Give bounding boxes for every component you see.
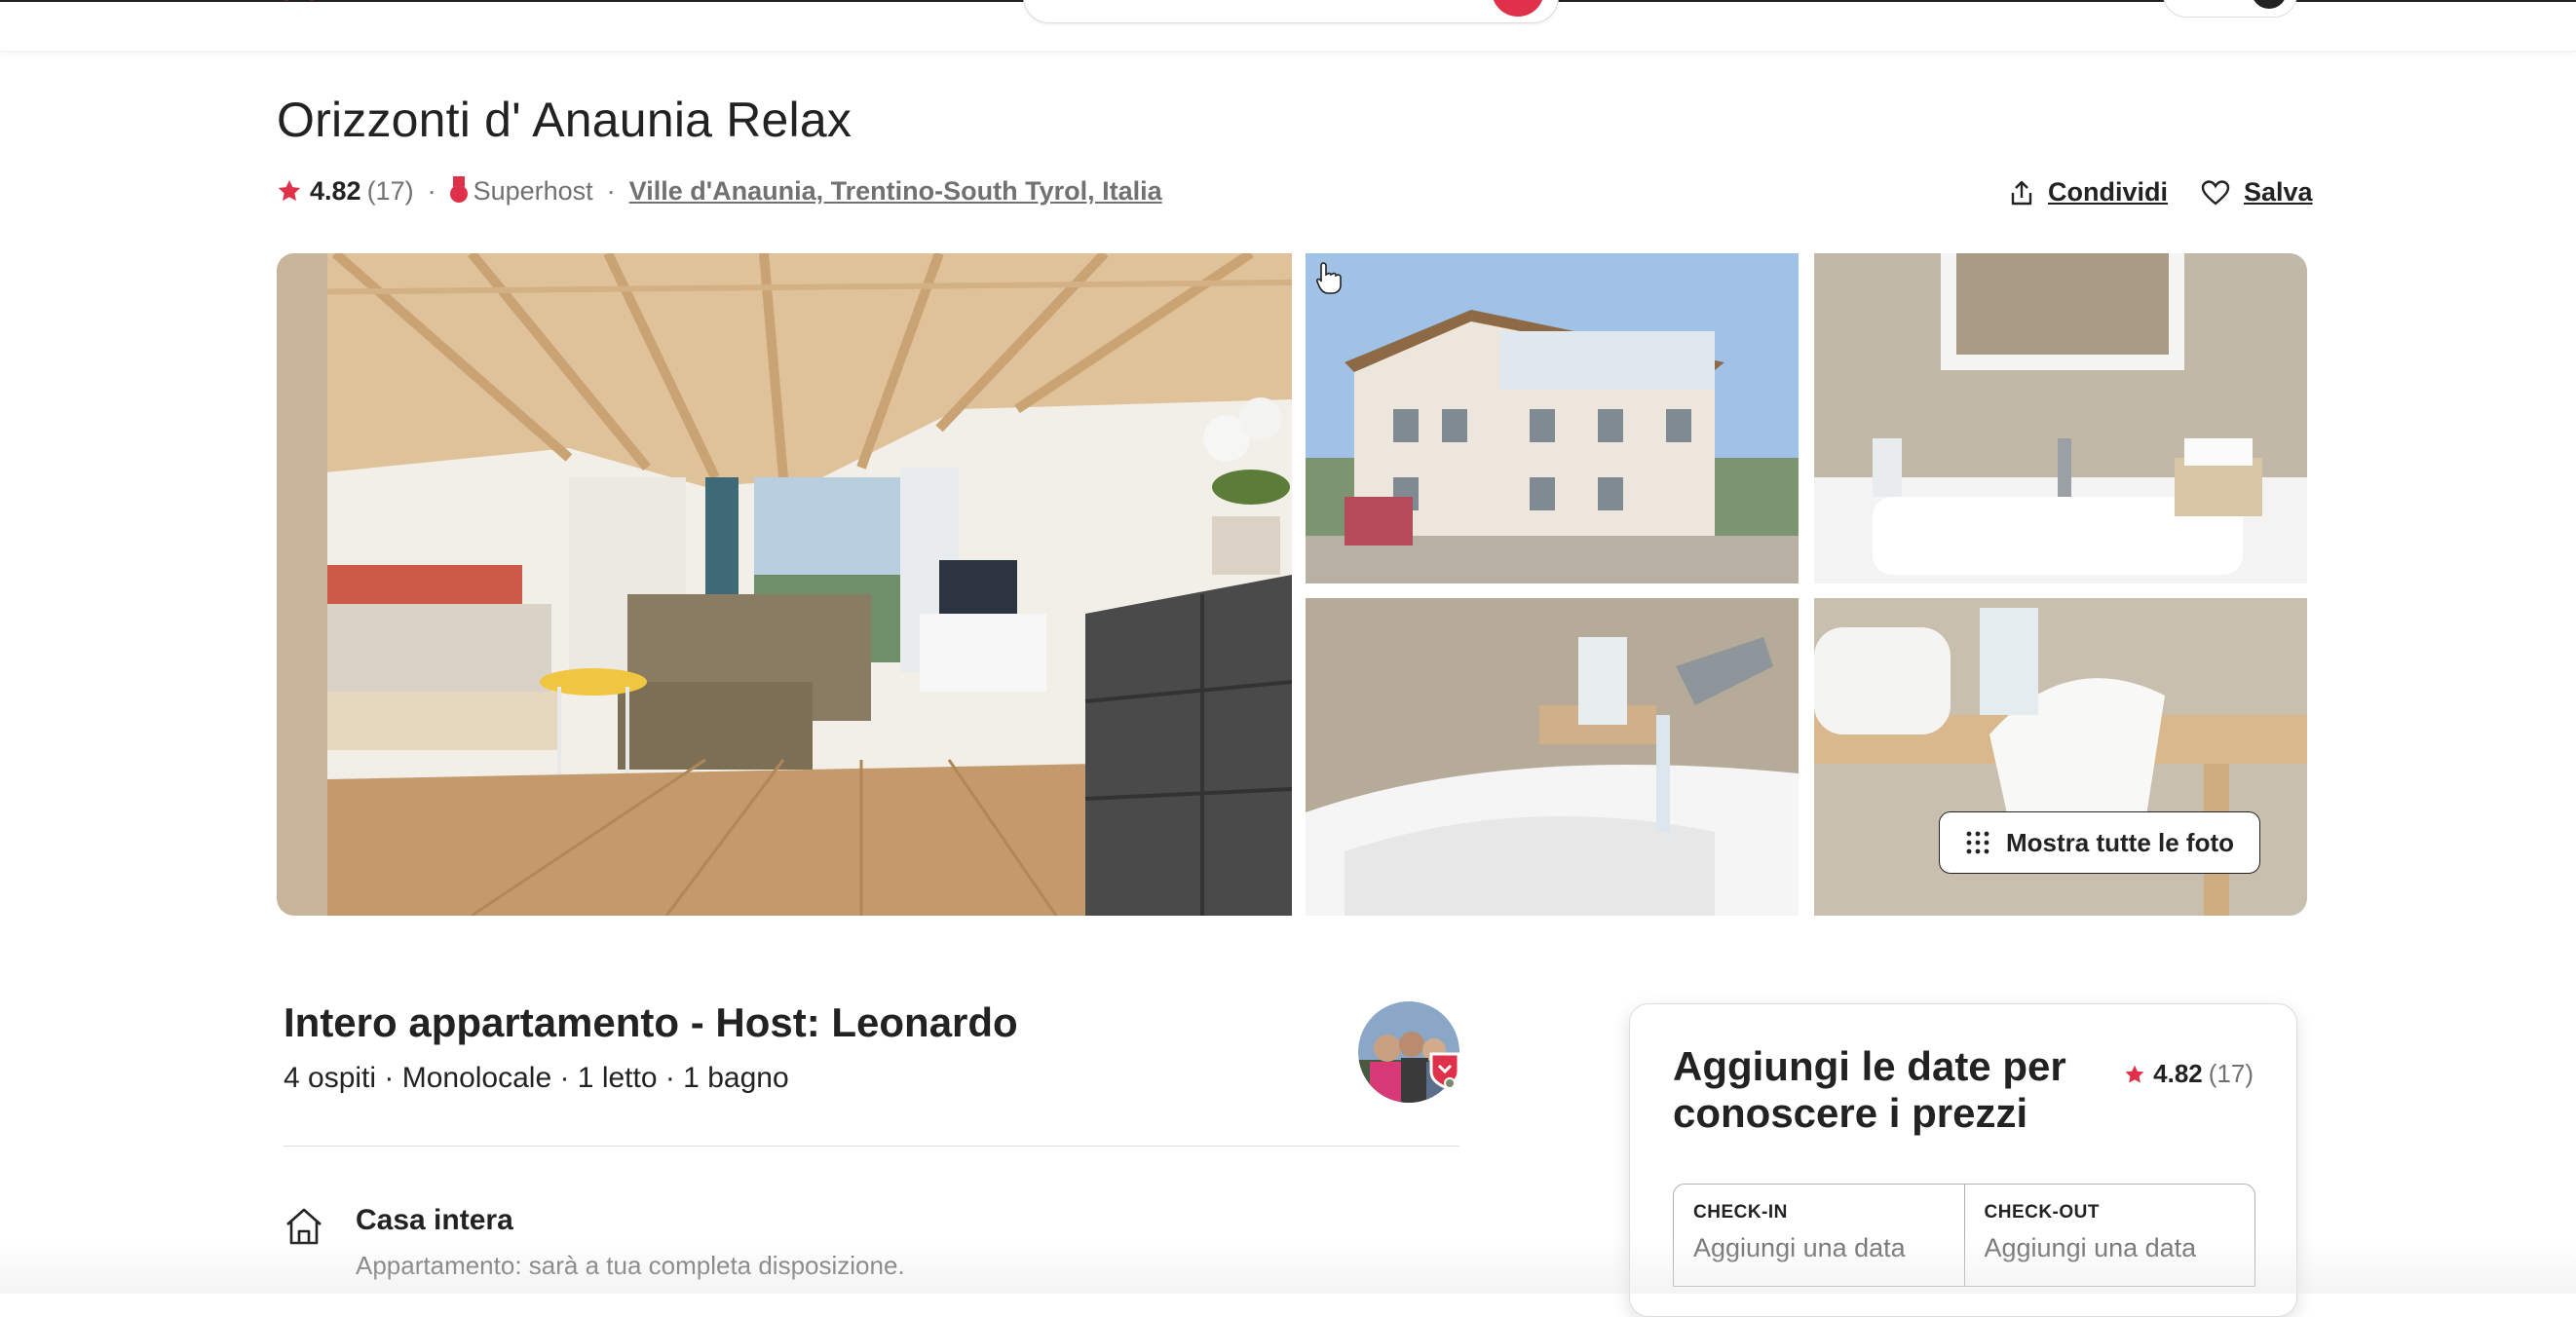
booking-title: Aggiungi le date per conoscere i prezzi [1673, 1043, 2066, 1136]
host-title: Intero appartamento - Host: Leonardo [284, 999, 1018, 1045]
star-icon [278, 179, 301, 202]
grid-dots-icon [1966, 831, 1989, 854]
search-bar[interactable] [1023, 0, 1559, 23]
superhost-label: Superhost [473, 175, 593, 206]
checkin-label: CHECK-IN [1693, 1202, 1788, 1223]
top-header [0, 0, 2576, 52]
listing-actions: Condividi Salva [2009, 177, 2313, 207]
superhost-medal-icon [449, 176, 468, 203]
booking-rating: 4.82 (17) [2124, 1059, 2254, 1089]
separator-dot: · [606, 175, 616, 206]
checkin-value: Aggiungi una data [1693, 1233, 1906, 1262]
booking-card: Aggiungi le date per conoscere i prezzi … [1629, 1003, 2297, 1317]
rating-value: 4.82 [310, 175, 361, 206]
home-icon [286, 1208, 322, 1245]
checkin-field[interactable]: CHECK-IN Aggiungi una data [1674, 1185, 1964, 1286]
avatar-icon [2252, 0, 2287, 9]
listing-title: Orizzonti d' Anaunia Relax [277, 93, 852, 147]
photo-exterior[interactable] [1306, 253, 1799, 583]
listing-summary: 4 ospiti · Monolocale · 1 letto · 1 bagn… [284, 1062, 789, 1094]
reviews-count[interactable]: (17) [367, 176, 414, 207]
photo-main-living-room[interactable] [277, 253, 1292, 916]
section-divider [284, 1146, 1459, 1147]
share-label: Condividi [2048, 177, 2168, 207]
photo-faucet[interactable] [1306, 598, 1799, 916]
checkout-label: CHECK-OUT [1984, 1202, 2100, 1223]
listing-subheader: 4.82 (17) · Superhost · Ville d'Anaunia,… [277, 173, 1162, 208]
location-link[interactable]: Ville d'Anaunia, Trentino-South Tyrol, I… [629, 176, 1162, 207]
feature-title: Casa intera [356, 1204, 513, 1236]
profile-menu-button[interactable] [2163, 0, 2297, 18]
checkout-field[interactable]: CHECK-OUT Aggiungi una data [1963, 1185, 2255, 1286]
show-all-photos-button[interactable]: Mostra tutte le foto [1939, 811, 2260, 874]
photo-bathroom-sink[interactable] [1814, 253, 2307, 583]
separator-dot: · [427, 175, 436, 206]
share-icon [2011, 180, 2032, 205]
search-button[interactable] [1492, 0, 1544, 17]
date-picker: CHECK-IN Aggiungi una data CHECK-OUT Agg… [1673, 1184, 2255, 1287]
hand-pointer-cursor-icon [1315, 262, 1342, 294]
save-label: Salva [2244, 177, 2313, 207]
booking-rating-value: 4.82 [2153, 1059, 2203, 1088]
superhost-badge-icon [1429, 1052, 1460, 1089]
save-button[interactable]: Salva [2201, 177, 2313, 207]
star-icon [2125, 1065, 2144, 1083]
checkout-value: Aggiungi una data [1984, 1233, 2197, 1262]
share-button[interactable]: Condividi [2009, 177, 2168, 207]
brand-logo-icon[interactable] [275, 0, 339, 8]
show-all-photos-label: Mostra tutte le foto [2006, 827, 2234, 857]
feature-description: Appartamento: sarà a tua completa dispos… [356, 1251, 905, 1280]
booking-reviews-count[interactable]: (17) [2209, 1059, 2254, 1089]
heart-icon [2201, 179, 2230, 206]
